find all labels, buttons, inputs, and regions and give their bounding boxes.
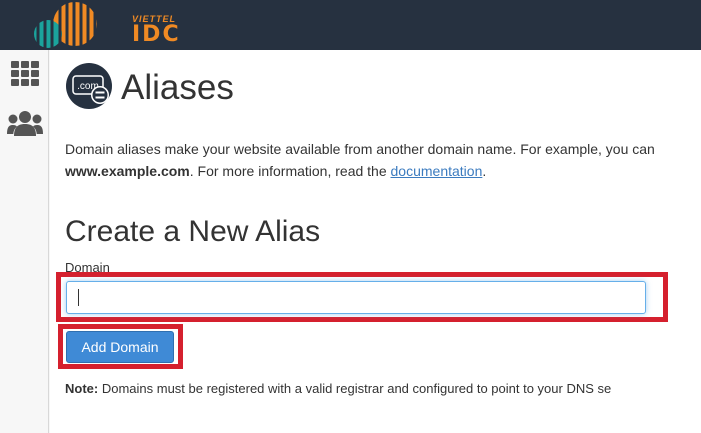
note-label: Note: — [65, 381, 99, 396]
description-text-1: Domain aliases make your website availab… — [65, 141, 655, 157]
create-alias-heading: Create a New Alias — [65, 215, 321, 248]
note-text: Domains must be registered with a valid … — [98, 381, 612, 396]
sidebar-item-users[interactable] — [6, 105, 44, 141]
domain-input[interactable] — [66, 281, 646, 314]
brand-main-text: IDC — [132, 22, 181, 47]
cloud-logo-icon — [34, 2, 97, 48]
main-content: .com Aliases Domain aliases make your we… — [50, 50, 701, 433]
registration-note: Note: Domains must be registered with a … — [65, 380, 611, 398]
top-header: VIETTEL IDC — [0, 0, 701, 50]
documentation-link[interactable]: documentation — [391, 163, 483, 179]
brand-logo[interactable]: VIETTEL IDC — [20, 0, 200, 50]
add-domain-button[interactable]: Add Domain — [66, 331, 174, 363]
description-text-3: . — [482, 163, 487, 179]
page-description: Domain aliases make your website availab… — [65, 138, 701, 182]
users-icon — [7, 111, 43, 136]
sidebar-item-tools[interactable] — [6, 56, 44, 92]
description-example-domain: www.example.com — [65, 163, 190, 179]
text-caret — [78, 289, 79, 306]
description-text-2: . For more information, read the — [189, 163, 391, 179]
aliases-page-icon: .com — [65, 62, 113, 110]
page-title: Aliases — [121, 68, 234, 107]
sidebar — [0, 50, 49, 433]
grid-icon — [11, 61, 39, 86]
